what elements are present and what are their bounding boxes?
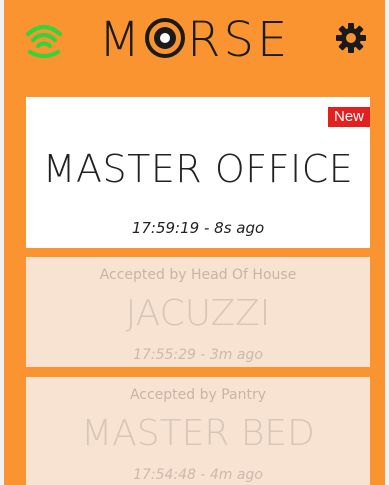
brand-suffix: RSE [187, 12, 291, 68]
gear-icon[interactable] [333, 20, 369, 56]
call-card-master-bed[interactable]: Accepted by Pantry MASTER BED 17:54:48 -… [26, 377, 370, 485]
call-time: 17:54:48 - 4m ago [133, 467, 263, 483]
app-header: M RSE [0, 0, 389, 86]
call-title: MASTER BED [81, 413, 315, 454]
app-frame: M RSE New MASTER OFFICE 17:59:19 - 8s ag… [0, 0, 389, 485]
brand-prefix: M [98, 12, 144, 68]
app-logo: M RSE [0, 8, 389, 72]
logo-o-icon [145, 10, 186, 58]
call-card-jacuzzi[interactable]: Accepted by Head Of House JACUZZI 17:55:… [26, 257, 370, 367]
call-time: 17:55:29 - 3m ago [133, 347, 263, 363]
call-title: JACUZZI [125, 293, 271, 334]
accepted-by-label: Accepted by Pantry [129, 387, 267, 403]
call-card-master-office[interactable]: New MASTER OFFICE 17:59:19 - 8s ago [26, 97, 370, 248]
call-title: MASTER OFFICE [42, 147, 354, 191]
accepted-by-label: Accepted by Head Of House [99, 267, 297, 283]
new-badge: New [327, 107, 370, 127]
call-time: 17:59:19 - 8s ago [131, 219, 265, 237]
